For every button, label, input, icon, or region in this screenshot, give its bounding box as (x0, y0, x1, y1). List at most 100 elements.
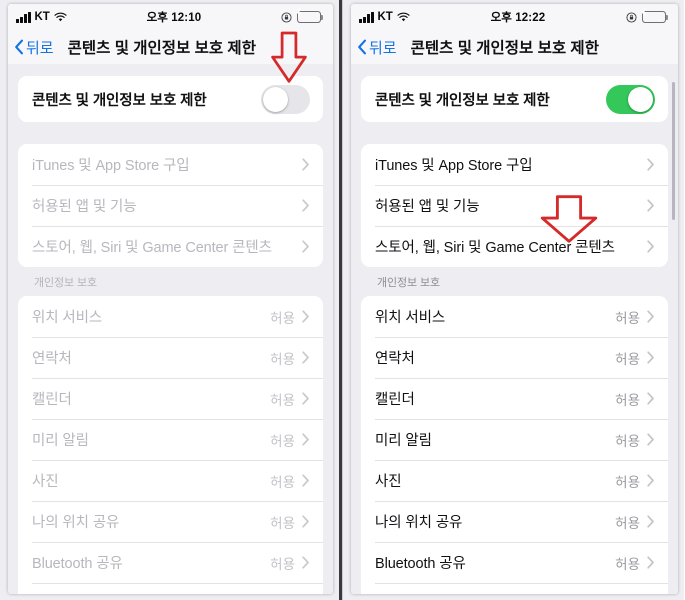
phone-screen-after: KT 오후 12:22 뒤로 콘텐츠 및 개인정보 보호 제한 콘텐츠 및 개인… (342, 0, 684, 600)
privacy-item-reminders[interactable]: 미리 알림 허용 (361, 419, 668, 460)
privacy-item-calendar[interactable]: 캘린더 허용 (361, 378, 668, 419)
privacy-item-location-services[interactable]: 위치 서비스 허용 (361, 296, 668, 337)
chevron-right-icon (647, 351, 655, 364)
master-toggle-card: 콘텐츠 및 개인정보 보호 제한 (361, 76, 668, 122)
back-button[interactable]: 뒤로 (14, 37, 54, 58)
status-bar: KT 오후 12:22 (351, 4, 678, 30)
privacy-item-photos[interactable]: 사진 허용 (18, 460, 323, 501)
row-value: 허용 (615, 556, 640, 572)
chevron-right-icon (647, 240, 655, 253)
row-label: 캘린더 (375, 392, 415, 408)
status-bar-right (281, 8, 324, 23)
row-label: 스토어, 웹, Siri 및 Game Center 콘텐츠 (375, 240, 615, 256)
row-label: 미리 알림 (32, 433, 89, 449)
status-bar-left: KT (359, 11, 410, 23)
chevron-right-icon (647, 515, 655, 528)
privacy-item-bluetooth-sharing[interactable]: Bluetooth 공유 허용 (18, 542, 323, 583)
privacy-item-bluetooth-sharing[interactable]: Bluetooth 공유 허용 (361, 542, 668, 583)
row-value: 허용 (615, 310, 640, 326)
navigation-bar: 뒤로 콘텐츠 및 개인정보 보호 제한 (351, 30, 678, 64)
chevron-right-icon (302, 351, 310, 364)
privacy-item-contacts[interactable]: 연락처 허용 (361, 337, 668, 378)
chevron-right-icon (647, 474, 655, 487)
row-value: 허용 (270, 351, 295, 367)
chevron-right-icon (647, 310, 655, 323)
privacy-item-location-services[interactable]: 위치 서비스 허용 (18, 296, 323, 337)
privacy-section-header: 개인정보 보호 (377, 277, 441, 289)
phone-viewport-after: KT 오후 12:22 뒤로 콘텐츠 및 개인정보 보호 제한 콘텐츠 및 개인… (351, 4, 678, 594)
row-value: 허용 (615, 474, 640, 490)
phone-screen-before: KT 오후 12:10 뒤로 콘텐츠 및 개인정보 보호 제한 콘텐츠 및 개인… (0, 0, 342, 600)
switch-knob (263, 86, 288, 112)
settings-list-before: 콘텐츠 및 개인정보 보호 제한 iTunes 및 App Store 구입 허… (8, 64, 333, 594)
row-label: 사진 (32, 474, 59, 490)
cellular-signal-icon (359, 11, 374, 23)
restrictions-card: iTunes 및 App Store 구입 허용된 앱 및 기능 스토어, 웹,… (18, 144, 323, 267)
chevron-right-icon (647, 433, 655, 446)
chevron-right-icon (302, 474, 310, 487)
comparison-screenshot: KT 오후 12:10 뒤로 콘텐츠 및 개인정보 보호 제한 콘텐츠 및 개인… (0, 0, 685, 600)
restriction-item-itunes-appstore[interactable]: iTunes 및 App Store 구입 (361, 144, 668, 185)
wifi-icon (54, 12, 67, 23)
row-label: 위치 서비스 (375, 310, 446, 326)
privacy-card: 위치 서비스 허용 연락처 허용 캘린더 허용 미리 알림 허용 사진 허용 나… (361, 296, 668, 594)
navigation-bar: 뒤로 콘텐츠 및 개인정보 보호 제한 (8, 30, 333, 64)
privacy-item-share-my-location[interactable]: 나의 위치 공유 허용 (361, 501, 668, 542)
chevron-right-icon (302, 556, 310, 569)
row-value: 허용 (270, 474, 295, 490)
privacy-item-partial[interactable] (18, 583, 323, 594)
content-privacy-restrictions-switch[interactable] (606, 84, 655, 114)
restriction-item-allowed-apps[interactable]: 허용된 앱 및 기능 (18, 185, 323, 226)
row-value: 허용 (270, 433, 295, 449)
rotation-lock-icon (281, 11, 292, 23)
chevron-left-icon (14, 39, 24, 55)
settings-list-after: 콘텐츠 및 개인정보 보호 제한 iTunes 및 App Store 구입 허… (351, 64, 678, 594)
privacy-item-photos[interactable]: 사진 허용 (361, 460, 668, 501)
privacy-item-reminders[interactable]: 미리 알림 허용 (18, 419, 323, 460)
privacy-item-share-my-location[interactable]: 나의 위치 공유 허용 (18, 501, 323, 542)
master-toggle-label: 콘텐츠 및 개인정보 보호 제한 (375, 92, 550, 109)
row-label: 허용된 앱 및 기능 (32, 199, 137, 215)
back-button-label: 뒤로 (26, 39, 54, 57)
privacy-item-calendar[interactable]: 캘린더 허용 (18, 378, 323, 419)
row-label: Bluetooth 공유 (32, 556, 123, 572)
chevron-right-icon (302, 433, 310, 446)
row-value: 허용 (270, 310, 295, 326)
status-bar-left: KT (16, 11, 67, 23)
restrictions-card: iTunes 및 App Store 구입 허용된 앱 및 기능 스토어, 웹,… (361, 144, 668, 267)
rotation-lock-icon (626, 11, 637, 23)
restriction-item-itunes-appstore[interactable]: iTunes 및 App Store 구입 (18, 144, 323, 185)
back-button-label: 뒤로 (369, 39, 397, 57)
row-label: 미리 알림 (375, 433, 432, 449)
chevron-right-icon (647, 556, 655, 569)
row-label: 허용된 앱 및 기능 (375, 199, 480, 215)
restriction-item-allowed-apps[interactable]: 허용된 앱 및 기능 (361, 185, 668, 226)
master-toggle-row[interactable]: 콘텐츠 및 개인정보 보호 제한 (18, 76, 323, 122)
row-value: 허용 (615, 433, 640, 449)
chevron-right-icon (647, 392, 655, 405)
master-toggle-card: 콘텐츠 및 개인정보 보호 제한 (18, 76, 323, 122)
privacy-section-header: 개인정보 보호 (34, 277, 98, 289)
row-label: 나의 위치 공유 (375, 515, 463, 531)
master-toggle-row[interactable]: 콘텐츠 및 개인정보 보호 제한 (361, 76, 668, 122)
privacy-item-partial[interactable] (361, 583, 668, 594)
row-label: 나의 위치 공유 (32, 515, 120, 531)
scrollbar-thumb[interactable] (672, 82, 675, 220)
back-button[interactable]: 뒤로 (357, 37, 397, 58)
row-value: 허용 (270, 392, 295, 408)
restriction-item-store-web-siri-gamecenter[interactable]: 스토어, 웹, Siri 및 Game Center 콘텐츠 (361, 226, 668, 267)
row-label: 연락처 (375, 351, 415, 367)
page-title: 콘텐츠 및 개인정보 보호 제한 (410, 40, 599, 57)
privacy-item-contacts[interactable]: 연락처 허용 (18, 337, 323, 378)
status-bar-right (626, 8, 669, 23)
restriction-item-store-web-siri-gamecenter[interactable]: 스토어, 웹, Siri 및 Game Center 콘텐츠 (18, 226, 323, 267)
battery-charging-icon (296, 8, 324, 23)
phone-viewport-before: KT 오후 12:10 뒤로 콘텐츠 및 개인정보 보호 제한 콘텐츠 및 개인… (8, 4, 333, 594)
row-label: 스토어, 웹, Siri 및 Game Center 콘텐츠 (32, 240, 272, 256)
content-privacy-restrictions-switch[interactable] (261, 84, 310, 114)
chevron-right-icon (302, 158, 310, 171)
row-label: 위치 서비스 (32, 310, 103, 326)
